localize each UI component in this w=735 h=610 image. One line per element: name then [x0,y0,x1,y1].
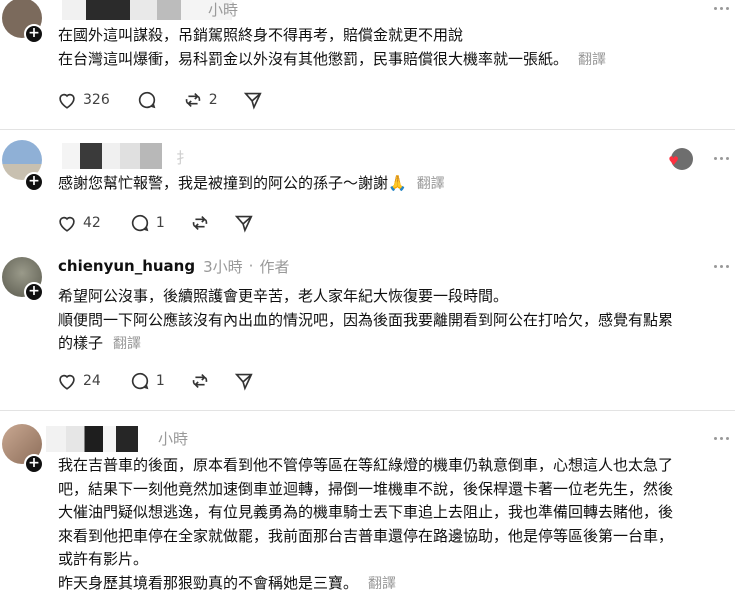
comment-icon [131,372,149,390]
post-line: 昨天身歷其境看那狠勁真的不會稱她是三寶。 翻譯 [58,573,397,592]
share-button[interactable] [242,89,264,111]
translate-link[interactable]: 翻譯 [368,576,396,592]
follow-plus-icon[interactable]: + [24,282,44,302]
send-icon [243,92,262,110]
translate-link[interactable]: 翻譯 [417,176,445,192]
send-icon [234,215,253,233]
post-actions: 326 2 [56,88,264,112]
repost-icon [192,215,207,231]
repost-count: 2 [208,92,218,108]
like-count: 326 [83,92,110,108]
author-badge: 作者 [259,257,290,276]
post-body: 在國外這叫謀殺，吊銷駕照終身不得再考，賠償金就更不用說 在台灣這叫爆衝，易科罰金… [58,24,730,72]
like-button[interactable]: 42 [56,212,101,234]
reply-count: 1 [155,215,165,231]
follow-plus-icon[interactable]: + [24,24,44,44]
post-time: 小時 [208,0,239,19]
post-line: 來看到他把車停在全家就做罷，我前面那台吉普車還停在路邊協助，他是停等區後第一台車… [58,526,674,545]
post-body: 我在吉普車的後面，原本看到他不管停等區在等紅綠燈的機車仍執意倒車，心想這人也太急… [58,454,730,596]
username[interactable]: chienyun_huang [58,257,195,275]
post-line: 順便問一下阿公應該沒有內出血的情況吧，因為後面我要離開看到阿公在打哈欠，感覺有點… [58,310,674,329]
post-time: 小時 [158,429,189,448]
separator-dot: · [248,257,254,275]
comment-icon [138,91,156,109]
share-button[interactable] [233,370,255,392]
more-options-icon[interactable] [711,0,731,18]
repost-button[interactable] [189,370,211,392]
reply-count: 1 [155,373,165,389]
follow-plus-icon[interactable]: + [24,454,44,474]
post-header: 扌 [176,146,191,168]
redacted-username [62,143,162,169]
repost-button[interactable] [189,212,211,234]
post-line: 在國外這叫謀殺，吊銷駕照終身不得再考，賠償金就更不用說 [58,26,464,44]
more-options-icon[interactable] [711,148,731,168]
more-options-icon[interactable] [711,428,731,448]
comment-icon [131,214,149,232]
follow-plus-icon[interactable]: + [24,172,44,192]
post-line: 希望阿公沒事，後續照護會更辛苦，老人家年紀大恢復要一段時間。 [58,287,509,305]
post-header: chienyun_huang 3小時 · 作者 [58,255,289,277]
translate-link[interactable]: 翻譯 [578,52,606,68]
translate-link[interactable]: 翻譯 [113,336,141,352]
like-button[interactable]: 24 [56,370,101,392]
post-line: 感謝您幫忙報警，我是被撞到的阿公的孫子～謝謝🙏 翻譯 [58,174,445,192]
post-line: 或許有影片。 [58,550,149,568]
post-line: 吧，結果下一刻他竟然加速倒車並迴轉，掃倒一堆機車不說，後保桿還卡著一位老先生，然… [58,479,674,498]
post-body: 希望阿公沒事，後續照護會更辛苦，老人家年紀大恢復要一段時間。 順便問一下阿公應該… [58,285,730,357]
post-line: 我在吉普車的後面，原本看到他不管停等區在等紅綠燈的機車仍執意倒車，心想這人也太急… [58,456,674,474]
heart-icon [59,374,75,390]
reply-button[interactable]: 1 [129,212,165,234]
send-icon [234,373,253,391]
post-actions: 24 1 [56,369,255,393]
more-options-icon[interactable] [711,256,731,276]
like-button[interactable]: 326 [56,89,110,111]
reply-button[interactable] [136,89,158,111]
post-time: 3小時 [203,257,243,276]
heart-icon [59,216,75,232]
post-actions: 42 1 [56,211,255,235]
heart-badge-icon: ♥ [668,154,679,168]
repost-icon [192,373,207,389]
like-count: 24 [83,373,101,389]
post-time: 扌 [176,148,192,167]
post-divider [0,410,735,411]
post-header: 小時 [150,427,188,449]
redacted-username [46,426,138,452]
reply-button[interactable]: 1 [129,370,165,392]
post-header: 小時 [200,0,238,20]
share-button[interactable] [233,212,255,234]
post-line: 的樣子 翻譯 [58,334,142,352]
repost-icon [185,92,200,108]
repost-button[interactable]: 2 [182,89,218,111]
post-line: 在台灣這叫爆衝，易科罰金以外沒有其他懲罰，民事賠償很大機率就一張紙。 翻譯 [58,49,607,68]
post-line: 大催油門疑似想逃逸，有位見義勇為的機車騎士丟下車追上去阻止，我也準備回轉去賭他，… [58,503,674,521]
post-divider [0,129,735,130]
like-count: 42 [83,215,101,231]
post-body: 感謝您幫忙報警，我是被撞到的阿公的孫子～謝謝🙏 翻譯 [58,172,730,197]
heart-icon [59,93,75,109]
